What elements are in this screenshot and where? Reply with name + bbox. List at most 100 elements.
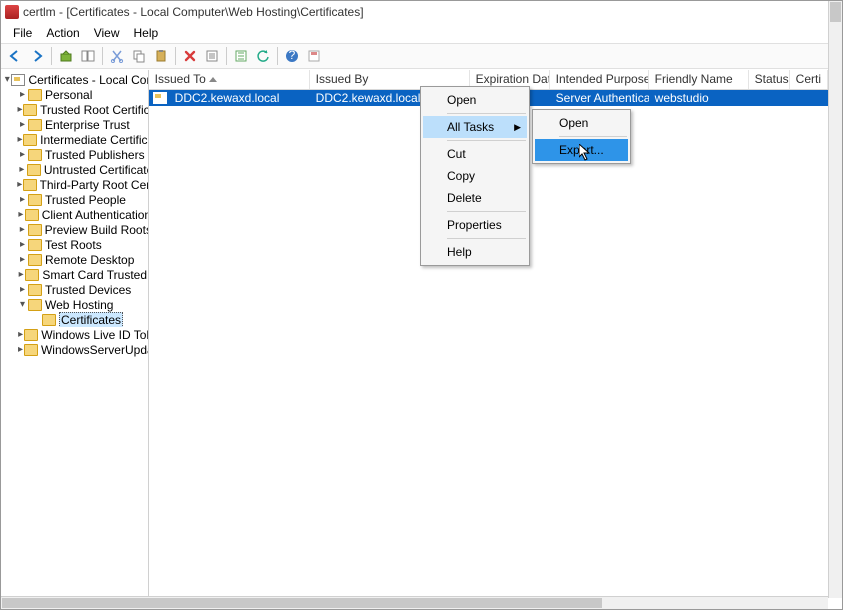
delete-button[interactable] xyxy=(180,46,200,66)
cell-issued-to: DDC2.kewaxd.local xyxy=(169,91,310,105)
back-button[interactable] xyxy=(5,46,25,66)
expand-toggle[interactable]: ▸ xyxy=(17,194,28,205)
sub-open[interactable]: Open xyxy=(535,112,628,134)
ctx-copy[interactable]: Copy xyxy=(423,165,527,187)
toolbar: ? xyxy=(1,43,842,69)
mmc-window: certlm - [Certificates - Local Computer\… xyxy=(0,0,843,610)
tree-item-personal[interactable]: ▸Personal xyxy=(1,87,148,102)
menu-action[interactable]: Action xyxy=(40,25,85,41)
cell-friendly-name: webstudio xyxy=(649,91,749,105)
tree-root[interactable]: ▾ Certificates - Local Computer xyxy=(1,72,148,87)
tree-pane[interactable]: ▾ Certificates - Local Computer ▸Persona… xyxy=(1,70,149,596)
refresh-button[interactable] xyxy=(253,46,273,66)
ctx-help[interactable]: Help xyxy=(423,241,527,263)
submenu-arrow-icon: ▶ xyxy=(514,122,521,133)
tree-item-smart-card-trusted-roots[interactable]: ▸Smart Card Trusted Roots xyxy=(1,267,148,282)
paste-button[interactable] xyxy=(151,46,171,66)
sub-export[interactable]: Export... xyxy=(535,139,628,161)
folder-icon xyxy=(28,284,42,296)
tree-item-windows-live-id-token-issuer[interactable]: ▸Windows Live ID Token Issuer xyxy=(1,327,148,342)
folder-icon xyxy=(23,134,37,146)
expand-toggle[interactable]: ▸ xyxy=(17,119,28,130)
menu-file[interactable]: File xyxy=(7,25,38,41)
properties-button[interactable] xyxy=(202,46,222,66)
app-icon xyxy=(5,5,19,19)
menu-view[interactable]: View xyxy=(88,25,126,41)
copy-button[interactable] xyxy=(129,46,149,66)
tree-item-test-roots[interactable]: ▸Test Roots xyxy=(1,237,148,252)
context-menu: Open All Tasks▶ Cut Copy Delete Properti… xyxy=(420,86,530,266)
tree-item-trusted-people[interactable]: ▸Trusted People xyxy=(1,192,148,207)
column-issued-to[interactable]: Issued To xyxy=(149,70,310,89)
column-certificate-template[interactable]: Certi xyxy=(790,70,828,89)
tree-item-third-party-root-ca[interactable]: ▸Third-Party Root Certification Authorit… xyxy=(1,177,148,192)
menubar: File Action View Help xyxy=(1,23,842,43)
help-button[interactable]: ? xyxy=(282,46,302,66)
export-list-button[interactable] xyxy=(231,46,251,66)
folder-icon xyxy=(24,329,38,341)
menu-separator xyxy=(447,113,526,114)
toolbar-separator xyxy=(102,47,103,65)
sort-ascending-icon xyxy=(209,77,217,82)
tree-item-trusted-root-ca[interactable]: ▸Trusted Root Certification Authorities xyxy=(1,102,148,117)
tree-item-untrusted-certificates[interactable]: ▸Untrusted Certificates xyxy=(1,162,148,177)
tree-item-intermediate-ca[interactable]: ▸Intermediate Certification Authorities xyxy=(1,132,148,147)
ctx-properties[interactable]: Properties xyxy=(423,214,527,236)
cut-button[interactable] xyxy=(107,46,127,66)
ctx-delete[interactable]: Delete xyxy=(423,187,527,209)
menu-help[interactable]: Help xyxy=(128,25,165,41)
folder-icon xyxy=(28,239,42,251)
column-intended-purposes[interactable]: Intended Purposes xyxy=(550,70,649,89)
folder-icon xyxy=(28,149,42,161)
tree-item-trusted-devices[interactable]: ▸Trusted Devices xyxy=(1,282,148,297)
forward-button[interactable] xyxy=(27,46,47,66)
window-title: certlm - [Certificates - Local Computer\… xyxy=(23,5,364,19)
expand-toggle[interactable]: ▸ xyxy=(17,89,28,100)
mmc-options-button[interactable] xyxy=(304,46,324,66)
tree-item-enterprise-trust[interactable]: ▸Enterprise Trust xyxy=(1,117,148,132)
tree-item-trusted-publishers[interactable]: ▸Trusted Publishers xyxy=(1,147,148,162)
expand-toggle[interactable]: ▸ xyxy=(17,254,28,265)
expand-toggle[interactable]: ▾ xyxy=(3,74,11,85)
expand-toggle[interactable]: ▸ xyxy=(17,269,25,280)
expand-toggle[interactable]: ▾ xyxy=(17,299,28,310)
ctx-cut[interactable]: Cut xyxy=(423,143,527,165)
all-tasks-submenu: Open Export... xyxy=(532,109,631,164)
expand-toggle[interactable]: ▸ xyxy=(17,209,25,220)
tree-item-web-hosting[interactable]: ▾Web Hosting xyxy=(1,297,148,312)
scrollbar-thumb[interactable] xyxy=(2,598,602,608)
svg-text:?: ? xyxy=(289,49,296,62)
scrollbar-thumb[interactable] xyxy=(830,2,841,22)
expand-toggle[interactable]: ▸ xyxy=(17,344,24,355)
folder-icon xyxy=(28,119,42,131)
menu-separator xyxy=(447,238,526,239)
tree-item-web-hosting-certificates[interactable]: Certificates xyxy=(1,312,148,327)
up-button[interactable] xyxy=(56,46,76,66)
column-friendly-name[interactable]: Friendly Name xyxy=(649,70,749,89)
tree-item-remote-desktop[interactable]: ▸Remote Desktop xyxy=(1,252,148,267)
column-status[interactable]: Status xyxy=(749,70,790,89)
folder-icon xyxy=(42,314,56,326)
title-bar: certlm - [Certificates - Local Computer\… xyxy=(1,1,842,23)
expand-toggle[interactable]: ▸ xyxy=(17,179,23,190)
tree-item-windows-server-update-services[interactable]: ▸WindowsServerUpdateServices xyxy=(1,342,148,357)
ctx-open[interactable]: Open xyxy=(423,89,527,111)
expand-toggle[interactable]: ▸ xyxy=(17,329,24,340)
expand-toggle[interactable]: ▸ xyxy=(17,284,28,295)
expand-toggle[interactable]: ▸ xyxy=(17,239,28,250)
toolbar-separator xyxy=(51,47,52,65)
folder-icon xyxy=(24,344,38,356)
folder-icon xyxy=(23,179,37,191)
certificate-icon xyxy=(153,92,167,104)
folder-icon xyxy=(28,299,42,311)
ctx-all-tasks[interactable]: All Tasks▶ xyxy=(423,116,527,138)
folder-icon xyxy=(25,269,39,281)
expand-toggle[interactable]: ▸ xyxy=(17,164,27,175)
window-scrollbar-horizontal[interactable] xyxy=(1,596,828,609)
show-hide-tree-button[interactable] xyxy=(78,46,98,66)
tree-item-client-auth-issuers[interactable]: ▸Client Authentication Issuers xyxy=(1,207,148,222)
expand-toggle[interactable]: ▸ xyxy=(17,149,28,160)
expand-toggle[interactable]: ▸ xyxy=(17,224,28,235)
tree-item-preview-build-roots[interactable]: ▸Preview Build Roots xyxy=(1,222,148,237)
window-scrollbar-vertical[interactable] xyxy=(828,1,842,598)
